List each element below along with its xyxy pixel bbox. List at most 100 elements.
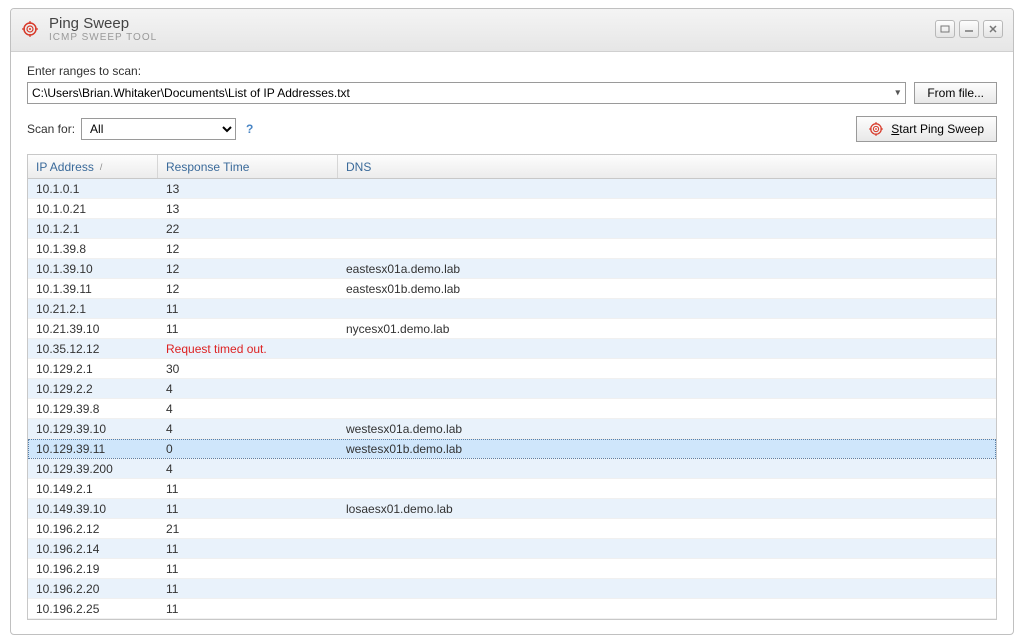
close-button[interactable] [983,20,1003,38]
results-table: IP Address / Response Time DNS 10.1.0.11… [27,154,997,620]
scan-for-select[interactable]: All [81,118,236,140]
table-row[interactable]: 10.21.2.111 [28,299,996,319]
ranges-dropdown[interactable] [27,82,906,104]
table-row[interactable]: 10.129.39.2004 [28,459,996,479]
cell-dns: nycesx01.demo.lab [338,322,996,336]
restore-button[interactable] [935,20,955,38]
cell-ip: 10.1.39.10 [28,262,158,276]
cell-response-time: 4 [158,402,338,416]
cell-response-time: 11 [158,582,338,596]
cell-response-time: 11 [158,562,338,576]
table-row[interactable]: 10.129.39.104westesx01a.demo.lab [28,419,996,439]
table-row[interactable]: 10.129.2.24 [28,379,996,399]
table-body: 10.1.0.11310.1.0.211310.1.2.12210.1.39.8… [28,179,996,619]
table-row[interactable]: 10.196.2.2511 [28,599,996,619]
cell-ip: 10.129.39.8 [28,402,158,416]
cell-response-time: 11 [158,322,338,336]
cell-ip: 10.1.2.1 [28,222,158,236]
start-button-label: Start Ping Sweep [891,122,984,136]
cell-response-time: 12 [158,242,338,256]
cell-response-time: 30 [158,362,338,376]
cell-dns: losaesx01.demo.lab [338,502,996,516]
column-header-ip-label: IP Address [36,160,94,174]
cell-ip: 10.35.12.12 [28,342,158,356]
table-row[interactable]: 10.196.2.1411 [28,539,996,559]
cell-response-time: 0 [158,442,338,456]
cell-response-time: Request timed out. [158,342,338,356]
window-title: Ping Sweep [49,15,157,32]
table-row[interactable]: 10.196.2.2011 [28,579,996,599]
cell-response-time: 4 [158,462,338,476]
cell-ip: 10.129.39.200 [28,462,158,476]
cell-ip: 10.21.39.10 [28,322,158,336]
window-subtitle: ICMP SWEEP TOOL [49,32,157,43]
cell-response-time: 12 [158,282,338,296]
content-area: Enter ranges to scan: From file... Scan … [11,52,1013,634]
cell-dns: westesx01b.demo.lab [338,442,996,456]
table-header: IP Address / Response Time DNS [28,155,996,179]
table-row[interactable]: 10.196.2.1221 [28,519,996,539]
column-header-ip[interactable]: IP Address / [28,155,158,178]
table-row[interactable]: 10.149.2.111 [28,479,996,499]
cell-ip: 10.196.2.12 [28,522,158,536]
table-row[interactable]: 10.129.2.130 [28,359,996,379]
table-row[interactable]: 10.21.39.1011nycesx01.demo.lab [28,319,996,339]
cell-response-time: 11 [158,502,338,516]
cell-response-time: 12 [158,262,338,276]
cell-ip: 10.129.2.1 [28,362,158,376]
start-ping-sweep-button[interactable]: Start Ping Sweep [856,116,997,142]
cell-ip: 10.129.39.11 [28,442,158,456]
column-header-dns[interactable]: DNS [338,155,996,178]
cell-ip: 10.129.39.10 [28,422,158,436]
cell-ip: 10.149.2.1 [28,482,158,496]
target-icon [21,20,39,38]
from-file-button[interactable]: From file... [914,82,997,104]
cell-ip: 10.149.39.10 [28,502,158,516]
cell-response-time: 21 [158,522,338,536]
cell-ip: 10.1.0.1 [28,182,158,196]
cell-response-time: 11 [158,302,338,316]
table-row[interactable]: 10.1.0.2113 [28,199,996,219]
table-row[interactable]: 10.35.12.12Request timed out. [28,339,996,359]
target-icon [869,122,883,136]
titlebar: Ping Sweep ICMP SWEEP TOOL [11,9,1013,52]
cell-ip: 10.196.2.20 [28,582,158,596]
sort-indicator-icon: / [100,162,103,172]
cell-ip: 10.196.2.25 [28,602,158,616]
ranges-label: Enter ranges to scan: [27,64,997,78]
cell-ip: 10.1.39.11 [28,282,158,296]
cell-response-time: 4 [158,422,338,436]
cell-ip: 10.1.0.21 [28,202,158,216]
cell-dns: eastesx01b.demo.lab [338,282,996,296]
help-icon[interactable]: ? [246,122,253,136]
cell-dns: eastesx01a.demo.lab [338,262,996,276]
minimize-button[interactable] [959,20,979,38]
cell-response-time: 4 [158,382,338,396]
table-row[interactable]: 10.1.39.1112eastesx01b.demo.lab [28,279,996,299]
table-row[interactable]: 10.1.39.812 [28,239,996,259]
cell-ip: 10.196.2.14 [28,542,158,556]
table-row[interactable]: 10.1.0.113 [28,179,996,199]
column-header-dns-label: DNS [346,160,371,174]
table-row[interactable]: 10.196.2.1911 [28,559,996,579]
window-controls [935,20,1003,38]
table-row[interactable]: 10.1.2.122 [28,219,996,239]
cell-response-time: 22 [158,222,338,236]
cell-ip: 10.1.39.8 [28,242,158,256]
cell-response-time: 11 [158,482,338,496]
cell-ip: 10.129.2.2 [28,382,158,396]
cell-ip: 10.196.2.19 [28,562,158,576]
table-row[interactable]: 10.129.39.84 [28,399,996,419]
column-header-response-time[interactable]: Response Time [158,155,338,178]
ranges-input[interactable] [27,82,906,104]
column-header-rt-label: Response Time [166,160,249,174]
table-row[interactable]: 10.149.39.1011losaesx01.demo.lab [28,499,996,519]
table-row[interactable]: 10.1.39.1012eastesx01a.demo.lab [28,259,996,279]
cell-response-time: 13 [158,202,338,216]
app-window: Ping Sweep ICMP SWEEP TOOL Enter ranges … [10,8,1014,635]
title-text: Ping Sweep ICMP SWEEP TOOL [49,15,157,43]
scan-for-label: Scan for: [27,122,75,136]
cell-response-time: 13 [158,182,338,196]
table-row[interactable]: 10.129.39.110westesx01b.demo.lab [28,439,996,459]
cell-dns: westesx01a.demo.lab [338,422,996,436]
